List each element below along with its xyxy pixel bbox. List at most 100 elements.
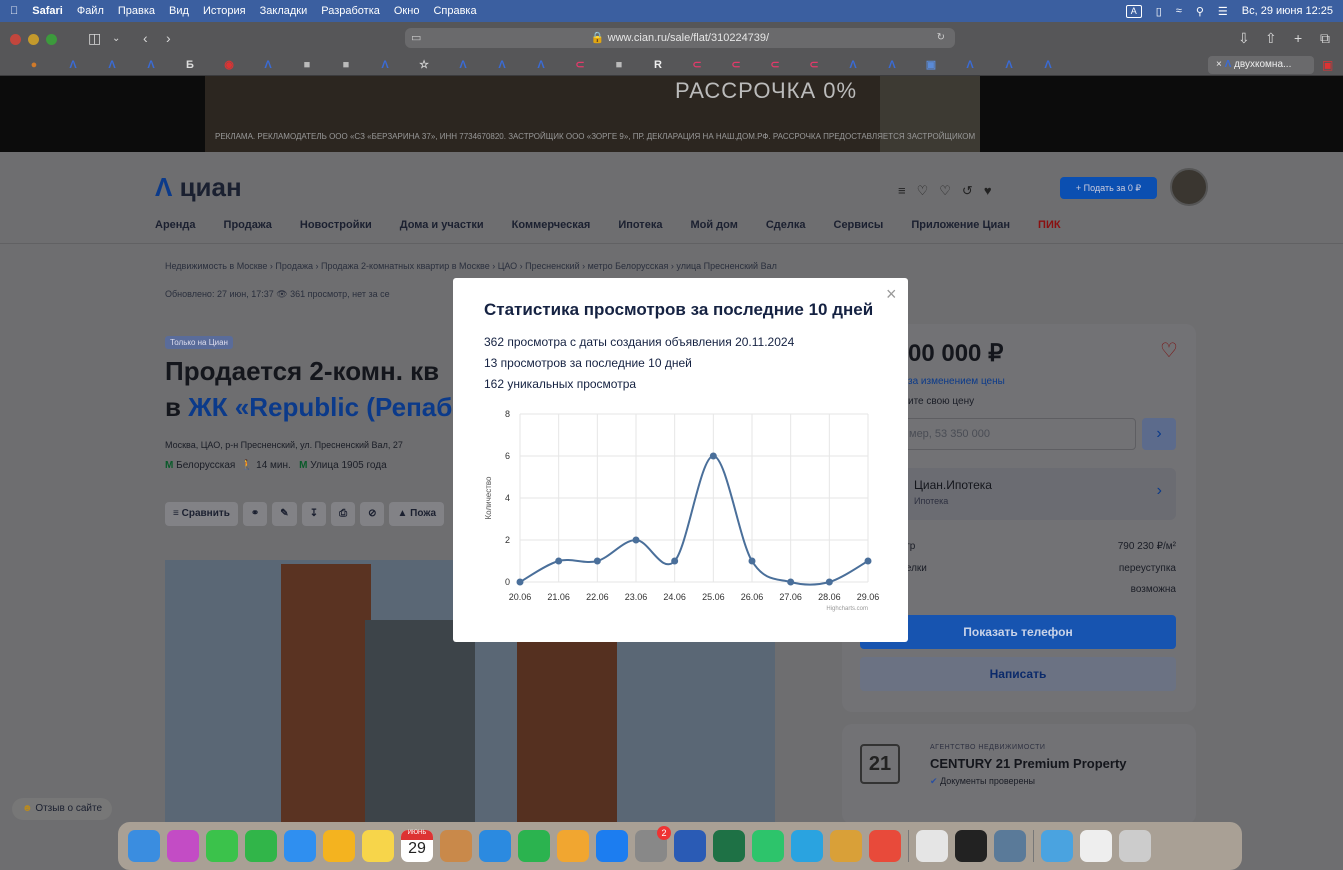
page-menu-icon[interactable]: ▭	[411, 28, 421, 48]
favorite-site-icon[interactable]: ■	[299, 58, 315, 72]
app-icon[interactable]	[830, 830, 862, 862]
finder-icon[interactable]	[128, 830, 160, 862]
notifications-icon[interactable]: ♥	[984, 183, 1003, 198]
favorite-cian-icon[interactable]: Λ	[1001, 58, 1017, 72]
messages-icon[interactable]	[206, 830, 238, 862]
favorite-cian-icon[interactable]: Λ	[962, 58, 978, 72]
menu-item-file[interactable]: Файл	[77, 5, 104, 17]
favorite-star-icon[interactable]: ☆	[416, 58, 432, 72]
compare-button[interactable]: ≡ Сравнить	[165, 502, 238, 526]
menu-item-edit[interactable]: Правка	[118, 5, 155, 17]
nav-item-new-buildings[interactable]: Новостройки	[300, 219, 372, 231]
favorite-heart-icon[interactable]: ♡	[1160, 338, 1178, 363]
keynote-icon[interactable]	[479, 830, 511, 862]
favorite-cian-icon[interactable]: Λ	[1040, 58, 1056, 72]
nav-item-houses[interactable]: Дома и участки	[400, 219, 484, 231]
menu-item-history[interactable]: История	[203, 5, 246, 17]
battery-icon[interactable]: ▯	[1156, 5, 1162, 18]
nav-item-mortgage[interactable]: Ипотека	[618, 219, 662, 231]
wifi-icon[interactable]: ≈	[1176, 5, 1182, 17]
favorites-heart-icon[interactable]: ♡	[939, 183, 962, 198]
nav-item-pik[interactable]: ПИК	[1038, 219, 1061, 231]
nav-item-sale[interactable]: Продажа	[224, 219, 272, 231]
favorite-c-icon[interactable]: ⊂	[572, 58, 588, 72]
favorite-cian-icon[interactable]: Λ	[494, 58, 510, 72]
active-tab[interactable]: × Λ двухкомна...	[1208, 56, 1314, 74]
follow-price-link[interactable]: за изменением цены	[908, 376, 1005, 387]
reload-icon[interactable]: ↻	[937, 28, 945, 48]
notes-icon[interactable]	[362, 830, 394, 862]
photos-icon[interactable]	[323, 830, 355, 862]
metro-station[interactable]: Улица 1905 года	[310, 460, 386, 471]
favorite-cian-icon[interactable]: Λ	[104, 58, 120, 72]
downloads-icon[interactable]: ⇩	[1238, 30, 1250, 47]
contacts-icon[interactable]	[440, 830, 472, 862]
favorite-site-icon[interactable]: ■	[338, 58, 354, 72]
favorite-cian-icon[interactable]: Λ	[377, 58, 393, 72]
favorite-cian-icon[interactable]: Λ	[845, 58, 861, 72]
menu-app-name[interactable]: Safari	[32, 5, 63, 17]
favorite-cian-icon[interactable]: Λ	[533, 58, 549, 72]
forward-icon[interactable]: ›	[166, 30, 171, 46]
breadcrumb[interactable]: Недвижимость в Москве › Продажа › Продаж…	[165, 261, 777, 271]
compare-icon[interactable]: ↺	[962, 183, 984, 198]
favorite-b-icon[interactable]: Б	[182, 58, 198, 72]
apple-icon[interactable]: 	[10, 5, 18, 17]
download-button[interactable]: ↧	[301, 502, 327, 526]
close-window-button[interactable]	[10, 34, 21, 45]
spotlight-icon[interactable]: ⚲	[1196, 5, 1204, 18]
favorite-cian-icon[interactable]: Λ	[455, 58, 471, 72]
favorite-yandex-icon[interactable]: ◉	[221, 58, 237, 72]
favorite-site-icon[interactable]: ▣	[923, 58, 939, 72]
cian-logo[interactable]: Λ циан	[155, 172, 242, 203]
nav-item-rent[interactable]: Аренда	[155, 219, 196, 231]
control-center-icon[interactable]: ☰	[1218, 5, 1228, 18]
ad-banner[interactable]: РАССРОЧКА 0% РЕКЛАМА. РЕКЛАМОДАТЕЛЬ ООО …	[0, 76, 1343, 152]
offer-price-input[interactable]: мер, 53 350 000	[900, 418, 1136, 450]
nav-item-services[interactable]: Сервисы	[834, 219, 884, 231]
nav-item-my-home[interactable]: Мой дом	[690, 219, 737, 231]
app-store-icon[interactable]	[596, 830, 628, 862]
feedback-button[interactable]: ☻ Отзыв о сайте	[12, 798, 113, 820]
filter-icon[interactable]: ≡	[898, 183, 917, 198]
back-icon[interactable]: ‹	[143, 30, 148, 46]
menu-item-develop[interactable]: Разработка	[321, 5, 380, 17]
mortgage-card[interactable]: Циан.Ипотека Ипотека ›	[900, 468, 1176, 520]
numbers-icon[interactable]	[518, 830, 550, 862]
nav-item-app[interactable]: Приложение Циан	[911, 219, 1010, 231]
zoom-window-button[interactable]	[46, 34, 57, 45]
new-tab-icon[interactable]: +	[1294, 30, 1302, 46]
document-icon[interactable]	[1080, 830, 1112, 862]
chat-icon[interactable]: ♡	[917, 183, 940, 198]
menu-item-window[interactable]: Окно	[394, 5, 420, 17]
menu-item-help[interactable]: Справка	[433, 5, 476, 17]
app-icon[interactable]	[994, 830, 1026, 862]
complex-link[interactable]: ЖК «Republic (Репаб	[188, 392, 452, 422]
agency-card[interactable]: 21 АГЕНТСТВО НЕДВИЖИМОСТИ CENTURY 21 Pre…	[842, 724, 1196, 822]
favorite-c-icon[interactable]: ⊂	[806, 58, 822, 72]
launchpad-icon[interactable]	[167, 830, 199, 862]
system-settings-icon[interactable]: 2	[635, 826, 671, 862]
share-icon[interactable]: ⇧	[1265, 30, 1277, 47]
favorite-r-icon[interactable]: R	[650, 58, 666, 72]
tab-close-icon[interactable]: ×	[1216, 59, 1222, 70]
metro-station[interactable]: Белорусская	[176, 460, 235, 471]
favorite-cian-icon[interactable]: Λ	[143, 58, 159, 72]
input-source-indicator[interactable]: A	[1125, 4, 1142, 18]
telegram-icon[interactable]	[791, 830, 823, 862]
excel-icon[interactable]	[713, 830, 745, 862]
address[interactable]: Москва, ЦАО, р-н Пресненский, ул. Пресне…	[165, 440, 403, 450]
sidebar-toggle-icon[interactable]: ◫	[88, 30, 101, 47]
favorite-c-icon[interactable]: ⊂	[767, 58, 783, 72]
menu-item-view[interactable]: Вид	[169, 5, 189, 17]
avatar[interactable]	[1170, 168, 1208, 206]
favorite-site-icon[interactable]: ■	[611, 58, 627, 72]
menu-item-bookmarks[interactable]: Закладки	[260, 5, 308, 17]
calendar-icon[interactable]: ИЮНЬ 29	[401, 830, 433, 862]
write-message-button[interactable]: Написать	[860, 657, 1176, 691]
folder-icon[interactable]	[1041, 830, 1073, 862]
favorite-icon[interactable]: ●	[26, 58, 42, 72]
activity-monitor-icon[interactable]	[955, 830, 987, 862]
trash-icon[interactable]	[1119, 830, 1151, 862]
nav-item-deal[interactable]: Сделка	[766, 219, 806, 231]
